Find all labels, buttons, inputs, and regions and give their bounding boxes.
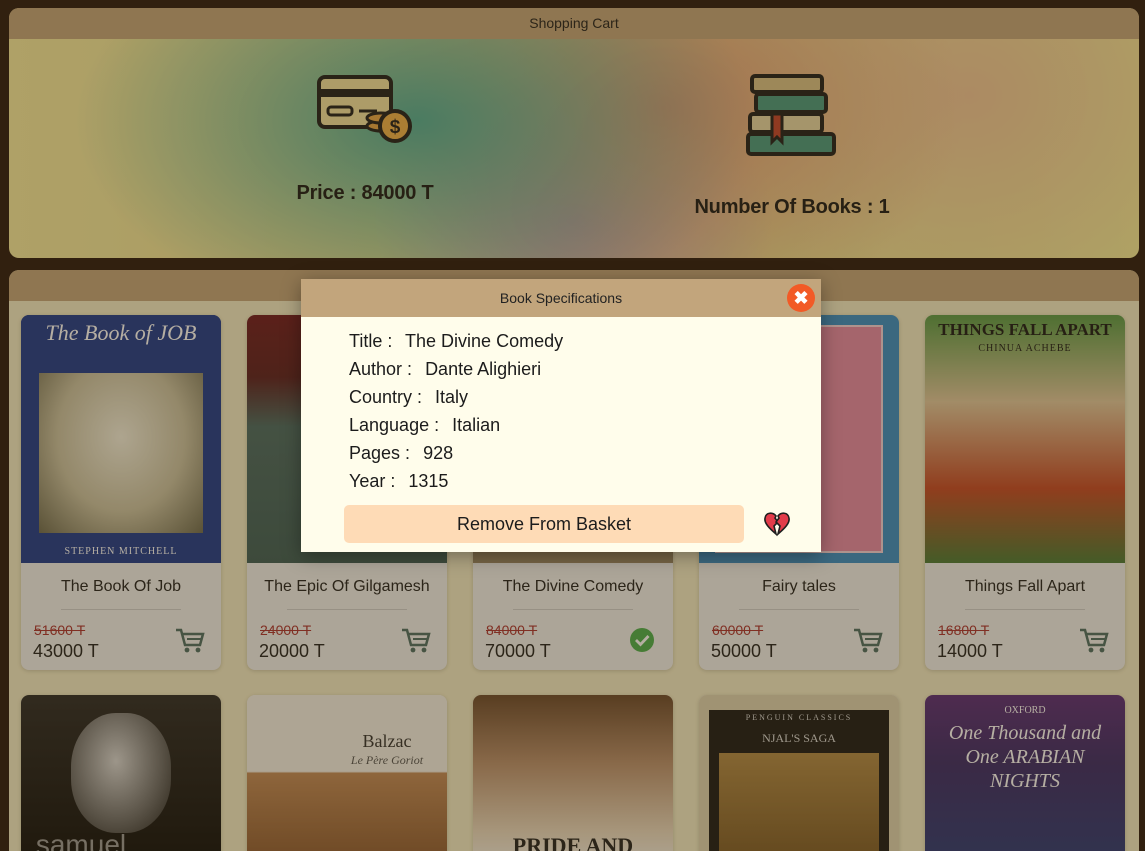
spec-row-country: Country : Italy [349, 385, 563, 413]
spec-value: Italy [435, 387, 469, 407]
spec-list: Title : The Divine Comedy Author : Dante… [349, 329, 563, 497]
spec-key: Author : [349, 359, 413, 379]
modal-title: Book Specifications [301, 279, 821, 317]
spec-key: Title : [349, 331, 393, 351]
book-specs-modal: Book Specifications ✖ Title : The Divine… [301, 279, 821, 552]
spec-value: The Divine Comedy [405, 331, 564, 351]
spec-key: Country : [349, 387, 423, 407]
spec-key: Pages : [349, 443, 411, 463]
spec-row-pages: Pages : 928 [349, 441, 563, 469]
spec-key: Language : [349, 415, 440, 435]
broken-heart-icon[interactable] [763, 511, 791, 537]
spec-row-year: Year : 1315 [349, 469, 563, 497]
spec-value: 928 [423, 443, 454, 463]
close-icon[interactable]: ✖ [787, 284, 815, 312]
spec-key: Year : [349, 471, 396, 491]
spec-value: 1315 [408, 471, 449, 491]
spec-value: Italian [452, 415, 501, 435]
spec-value: Dante Alighieri [425, 359, 542, 379]
spec-row-language: Language : Italian [349, 413, 563, 441]
spec-row-title: Title : The Divine Comedy [349, 329, 563, 357]
remove-from-basket-button[interactable]: Remove From Basket [344, 505, 744, 543]
spec-row-author: Author : Dante Alighieri [349, 357, 563, 385]
